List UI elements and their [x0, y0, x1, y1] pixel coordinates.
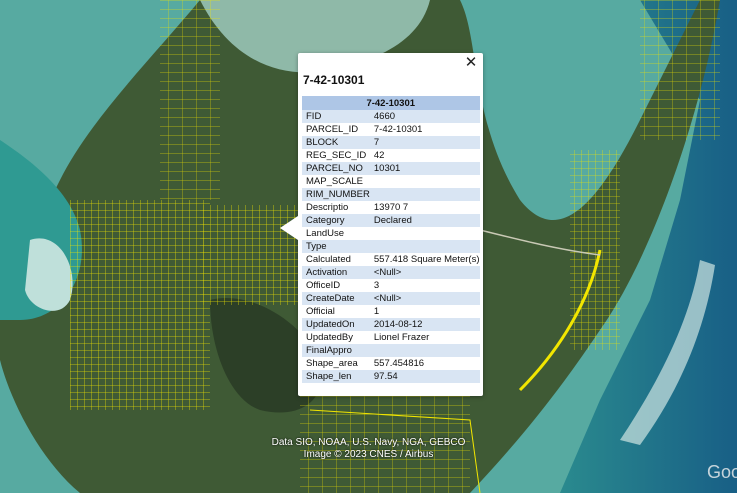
attribute-table: 7-42-10301 FID 4660 PARCEL_ID 7-42-10301 BLO…: [302, 96, 480, 383]
parcel-grid-northeast: [640, 0, 720, 140]
attribute-key: Type: [302, 240, 370, 253]
attribute-key: BLOCK: [302, 136, 370, 149]
attribute-row: BLOCK 7: [302, 136, 480, 149]
attribute-value: [369, 344, 480, 357]
attribute-value: 1: [373, 306, 380, 317]
popup-pointer: [280, 216, 298, 240]
attribute-value: 7-42-10301: [373, 124, 423, 135]
attribute-key: MAP_SCALE: [306, 176, 364, 187]
attribute-key: FinalAppro: [302, 344, 370, 357]
popup-title: 7-42-10301: [303, 73, 365, 87]
attribute-key: FID: [302, 110, 370, 123]
attribute-row: Calculated 557.418 Square Meter(s): [302, 253, 480, 266]
attribute-row: Shape_len 97.54: [302, 370, 480, 383]
attribute-row: PARCEL_ID 7-42-10301: [302, 123, 480, 136]
attribute-key: Shape_len: [302, 370, 370, 383]
attribute-value: 42: [373, 150, 385, 161]
attribute-key: REG_SEC_ID: [306, 150, 367, 161]
attribute-row: MAP_SCALE: [302, 175, 480, 188]
attribute-key: UpdatedOn: [302, 318, 370, 331]
attribute-key: Descriptio: [306, 202, 349, 213]
attribute-value: [369, 188, 480, 201]
attribute-key: RIM_NUMBER: [302, 188, 370, 201]
google-logo: Goo: [707, 462, 737, 482]
attribute-value: <Null>: [369, 292, 480, 305]
attribute-row: UpdatedOn 2014-08-12: [302, 318, 480, 331]
attribute-key: PARCEL_NO: [302, 162, 370, 175]
attribute-value: Lionel Frazer: [373, 332, 430, 343]
attribute-value: [369, 240, 480, 253]
attribute-row: OfficeID 3: [302, 279, 480, 292]
attribute-row: FID 4660: [302, 110, 480, 123]
attribute-value: 13970 7: [373, 202, 409, 213]
attribute-row: Category Declared: [302, 214, 480, 227]
attribute-row: Type: [302, 240, 480, 253]
attribute-row: UpdatedBy Lionel Frazer: [302, 331, 480, 344]
attribute-value: 7: [369, 136, 480, 149]
attribute-key: Category: [302, 214, 370, 227]
attribute-key: Official: [306, 306, 335, 317]
parcel-grid-east: [570, 150, 620, 350]
attribute-key: UpdatedBy: [306, 332, 354, 343]
attribute-value: 3: [373, 280, 380, 291]
attribute-row: CreateDate <Null>: [302, 292, 480, 305]
attribute-row: Shape_area 557.454816: [302, 357, 480, 370]
attribute-key: Activation: [302, 266, 370, 279]
attribute-value: 4660: [369, 110, 480, 123]
attribute-value: 2014-08-12: [369, 318, 480, 331]
attribute-value: 97.54: [369, 370, 480, 383]
attribute-value: Declared: [369, 214, 480, 227]
attribute-row: PARCEL_NO 10301: [302, 162, 480, 175]
attribute-row: REG_SEC_ID 42: [302, 149, 480, 162]
attribute-value: 10301: [369, 162, 480, 175]
map-attribution-line2: Image © 2023 CNES / Airbus: [303, 449, 434, 460]
attribute-key: CreateDate: [302, 292, 370, 305]
attribute-value: <Null>: [369, 266, 480, 279]
attribute-key: OfficeID: [306, 280, 341, 291]
attribute-key: PARCEL_ID: [306, 124, 359, 135]
attribute-row: FinalAppro: [302, 344, 480, 357]
parcel-grid-west: [70, 200, 210, 410]
map-attribution-line1: Data SIO, NOAA, U.S. Navy, NGA, GEBCO: [271, 437, 466, 448]
attribute-value: 557.418 Square Meter(s): [373, 254, 480, 265]
info-popup: ✕ 7-42-10301 7-42-10301 FID 4660 PARCEL_ID…: [280, 53, 483, 396]
attribute-row: RIM_NUMBER: [302, 188, 480, 201]
attribute-value: 557.454816: [373, 358, 425, 369]
attribute-key: LandUse: [306, 228, 345, 239]
attribute-row: LandUse: [302, 227, 480, 240]
attribute-row: Descriptio 13970 7: [302, 201, 480, 214]
attribute-row: Official 1: [302, 305, 480, 318]
parcel-grid-north: [160, 0, 220, 200]
attribute-key: Shape_area: [306, 358, 358, 369]
attribute-value: [370, 175, 480, 188]
attribute-key: Calculated: [306, 254, 351, 265]
attribute-row: Activation <Null>: [302, 266, 480, 279]
attribute-table-header: 7-42-10301: [302, 96, 480, 110]
attribute-value: [370, 227, 480, 240]
close-icon[interactable]: ✕: [463, 55, 479, 71]
